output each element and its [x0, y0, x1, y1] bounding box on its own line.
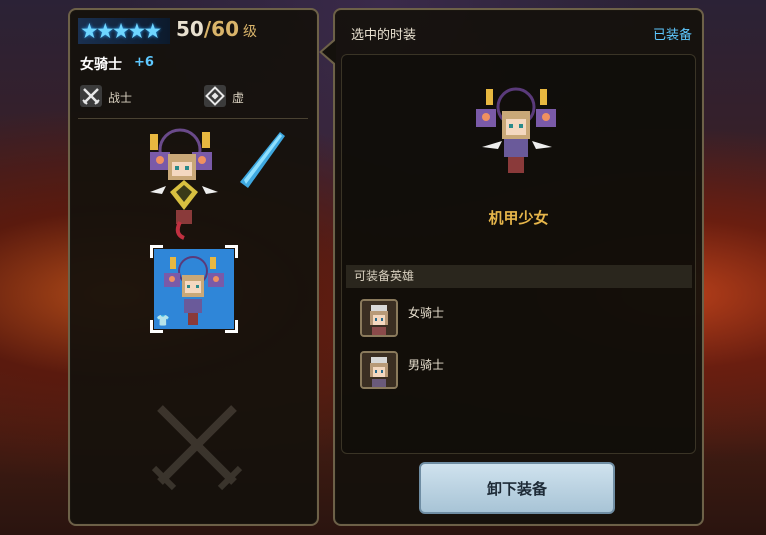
- equipped-status: 已装备: [652, 28, 692, 43]
- costume-name: 机甲少女: [488, 209, 549, 227]
- costume-slot[interactable]: 👕: [150, 245, 238, 333]
- crossed-swords-watermark-icon: [150, 398, 244, 496]
- hero-panel: ★ ★ ★ ★ ★ 50/60 级 女骑士 +6 战士 虚 👕: [68, 8, 319, 526]
- star-icon: ★: [143, 19, 163, 43]
- costume-shirt-icon: 👕: [156, 314, 170, 327]
- costume-detail-box: 机甲少女 可装备英雄 女骑士 男骑士: [341, 54, 696, 454]
- hero-name: 男骑士: [408, 358, 445, 372]
- costume-preview: [468, 83, 568, 183]
- hero-portrait: [360, 351, 398, 389]
- frame-corner: [225, 245, 238, 258]
- equippable-heroes-header: 可装备英雄: [346, 265, 692, 288]
- star-rating: ★ ★ ★ ★ ★: [78, 18, 170, 44]
- class-label: 战士: [108, 91, 133, 105]
- panel-pointer-inner: [322, 40, 336, 64]
- hero-sprite: [140, 122, 290, 242]
- crossed-swords-icon: [80, 85, 102, 107]
- frame-corner: [225, 320, 238, 333]
- level-unit: 级: [243, 24, 257, 40]
- equippable-hero-row[interactable]: 男骑士: [360, 351, 660, 391]
- hero-name: 女骑士: [408, 306, 445, 320]
- hero-level: 50/60 级: [176, 17, 257, 41]
- element-label: 虚: [232, 91, 245, 105]
- hero-enhance: +6: [134, 55, 154, 70]
- hero-name: 女骑士: [80, 57, 122, 73]
- unequip-button[interactable]: 卸下装备: [419, 462, 615, 514]
- costume-detail-panel: 选中的时装 已装备 机甲少女 可装备英雄 女骑士 男骑士 卸下装备: [319, 8, 704, 526]
- hero-portrait: [360, 299, 398, 337]
- selected-costume-title: 选中的时装: [351, 28, 417, 43]
- equippable-hero-row[interactable]: 女骑士: [360, 299, 660, 339]
- level-current: 50: [176, 17, 204, 41]
- level-max: 60: [211, 17, 239, 41]
- frame-corner: [150, 245, 163, 258]
- divider: [78, 118, 308, 119]
- void-element-icon: [204, 85, 226, 107]
